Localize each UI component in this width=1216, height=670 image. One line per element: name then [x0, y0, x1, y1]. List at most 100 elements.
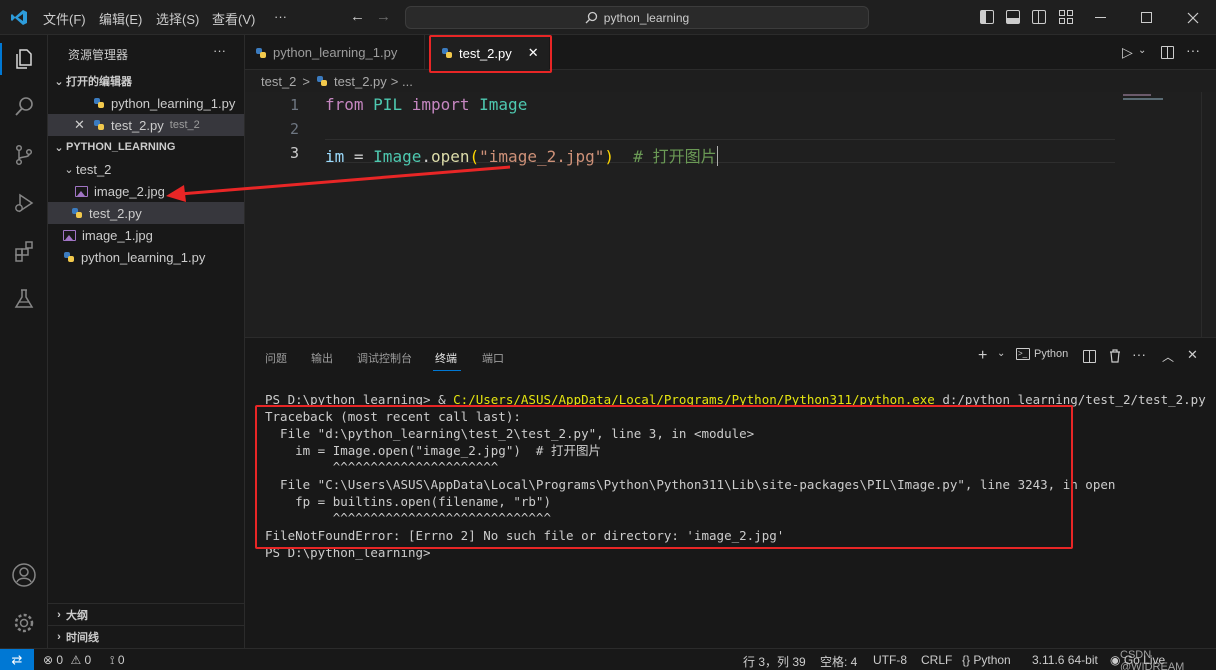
command-center-search[interactable]: python_learning — [405, 6, 869, 29]
chevron-down-icon: ⌄ — [54, 75, 64, 88]
ports-status[interactable]: ⟟ 0 — [110, 653, 125, 668]
line-number: 1 — [289, 96, 299, 114]
run-file-icon[interactable]: ▷ — [1122, 44, 1133, 61]
tree-file-image1[interactable]: image_1.jpg — [48, 224, 244, 246]
open-editors-label: 打开的编辑器 — [66, 76, 132, 88]
panel-tab-terminal[interactable]: 终端 — [435, 350, 457, 366]
run-debug-icon[interactable] — [0, 179, 48, 227]
breadcrumb-file[interactable]: test_2.py — [334, 74, 387, 89]
open-editors-header[interactable]: ⌄ 打开的编辑器 — [48, 70, 244, 92]
minimize-button[interactable] — [1077, 0, 1123, 35]
tree-file-label: python_learning_1.py — [81, 249, 206, 265]
split-editor-icon[interactable] — [1161, 46, 1174, 59]
menu-more[interactable]: ··· — [274, 9, 287, 24]
sidebar-more-button[interactable]: ··· — [213, 43, 226, 58]
source-control-icon[interactable] — [0, 131, 48, 179]
annotation-arrow — [166, 165, 511, 202]
python-file-icon — [93, 119, 105, 131]
toggle-panel-icon[interactable] — [1006, 10, 1020, 24]
image-file-icon — [75, 185, 88, 197]
tree-folder-label: test_2 — [76, 161, 112, 177]
panel-more-button[interactable]: ··· — [1132, 346, 1146, 362]
terminal-shell-selector[interactable]: >_ Python — [1016, 348, 1068, 360]
explorer-icon[interactable] — [0, 35, 48, 83]
open-editor-item[interactable]: python_learning_1.py — [48, 92, 244, 114]
language-status[interactable]: {} Python — [962, 653, 1011, 667]
folder-header[interactable]: ⌄ PYTHON_LEARNING — [48, 136, 244, 158]
tree-file-python-learning-1[interactable]: python_learning_1.py — [48, 246, 244, 268]
customize-layout-icon[interactable] — [1059, 10, 1073, 24]
panel-tab-ports[interactable]: 端口 — [482, 350, 504, 366]
explorer-sidebar: 资源管理器 ··· ⌄ 打开的编辑器 python_learning_1.py … — [48, 35, 245, 648]
cursor-position-status[interactable]: 行 3，列 39 — [743, 653, 806, 670]
encoding-status[interactable]: UTF-8 — [873, 653, 907, 667]
menu-view[interactable]: 查看(V) — [212, 9, 255, 28]
search-icon — [585, 11, 597, 24]
maximize-button[interactable] — [1123, 0, 1169, 35]
indentation-status[interactable]: 空格: 4 — [820, 653, 857, 670]
close-window-button[interactable] — [1170, 0, 1216, 35]
menu-selection[interactable]: 选择(S) — [156, 9, 199, 28]
chevron-right-icon: › — [57, 609, 61, 621]
chevron-down-icon[interactable]: ⌄ — [997, 348, 1005, 359]
extensions-icon[interactable] — [0, 227, 48, 275]
problems-status[interactable]: ⊗ 0 ⚠ 0 — [43, 653, 91, 667]
account-icon[interactable] — [0, 551, 48, 599]
annotation-highlight-error — [255, 405, 1073, 549]
folder-label: PYTHON_LEARNING — [66, 141, 176, 153]
code-editor[interactable]: 1 2 3 from PIL import Image im = Image.o… — [245, 92, 1216, 337]
close-editor-icon[interactable]: ✕ — [74, 117, 93, 133]
eol-status[interactable]: CRLF — [921, 653, 952, 667]
kill-terminal-icon[interactable] — [1109, 349, 1121, 366]
panel-tab-problems[interactable]: 问题 — [265, 350, 287, 366]
chevron-down-icon: ⌄ — [64, 163, 74, 176]
breadcrumb: test_2 > test_2.py > ... — [245, 70, 1216, 92]
timeline-header[interactable]: › 时间线 — [48, 626, 244, 648]
annotation-highlight-tab — [429, 35, 552, 73]
braces-icon: {} — [962, 653, 971, 667]
toggle-sidebar-icon[interactable] — [980, 10, 994, 24]
forward-arrow-icon[interactable]: → — [376, 8, 391, 25]
terminal-icon: >_ — [1016, 348, 1030, 360]
tree-file-label: test_2.py — [89, 205, 142, 221]
python-file-icon — [93, 97, 105, 109]
settings-gear-icon[interactable] — [0, 599, 48, 647]
close-panel-icon[interactable]: ✕ — [1187, 347, 1198, 363]
panel-tab-output[interactable]: 输出 — [311, 350, 333, 366]
tree-file-label: image_2.jpg — [94, 183, 165, 199]
open-editor-path-hint: test_2 — [169, 119, 200, 131]
open-editor-label: test_2.py — [111, 117, 164, 133]
error-icon: ⊗ — [43, 653, 54, 667]
chevron-down-icon: ⌄ — [54, 141, 64, 154]
toggle-secondary-sidebar-icon[interactable] — [1032, 10, 1046, 24]
line-number: 2 — [289, 120, 299, 138]
minimap[interactable] — [1121, 92, 1201, 337]
chevron-down-icon[interactable]: ⌄ — [1138, 45, 1146, 56]
text-cursor — [716, 146, 718, 166]
tab-python-learning-1[interactable]: python_learning_1.py — [245, 35, 425, 70]
back-arrow-icon[interactable]: ← — [350, 8, 365, 25]
breadcrumb-more[interactable]: > ... — [391, 74, 413, 89]
maximize-panel-icon[interactable]: ︿ — [1162, 348, 1174, 365]
testing-flask-icon[interactable] — [0, 275, 48, 323]
new-terminal-icon[interactable]: + — [978, 347, 987, 365]
menu-edit[interactable]: 编辑(E) — [99, 9, 142, 28]
editor-more-button[interactable]: ··· — [1186, 42, 1200, 58]
status-bar: ⇄ ⊗ 0 ⚠ 0 ⟟ 0 行 3，列 39 空格: 4 UTF-8 CRLF … — [0, 648, 1216, 670]
vscode-logo-icon — [11, 9, 28, 29]
interpreter-status[interactable]: 3.11.6 64-bit — [1032, 653, 1098, 667]
python-file-icon — [71, 207, 83, 219]
search-view-icon[interactable] — [0, 83, 48, 131]
remote-indicator-icon[interactable]: ⇄ — [0, 649, 34, 670]
breadcrumb-folder[interactable]: test_2 — [261, 74, 296, 89]
vertical-scrollbar[interactable] — [1201, 92, 1213, 337]
menu-file[interactable]: 文件(F) — [43, 9, 86, 28]
split-terminal-icon[interactable] — [1083, 350, 1096, 363]
broadcast-icon: ◉ — [1110, 653, 1121, 667]
antenna-icon: ⟟ — [110, 653, 115, 667]
outline-header[interactable]: › 大纲 — [48, 604, 244, 626]
panel-tab-debug-console[interactable]: 调试控制台 — [357, 350, 412, 366]
watermark-text: CSDN @WIDREAM — [1120, 649, 1185, 670]
close-icon — [1187, 12, 1199, 23]
open-editor-item-active[interactable]: ✕ test_2.py test_2 — [48, 114, 244, 136]
